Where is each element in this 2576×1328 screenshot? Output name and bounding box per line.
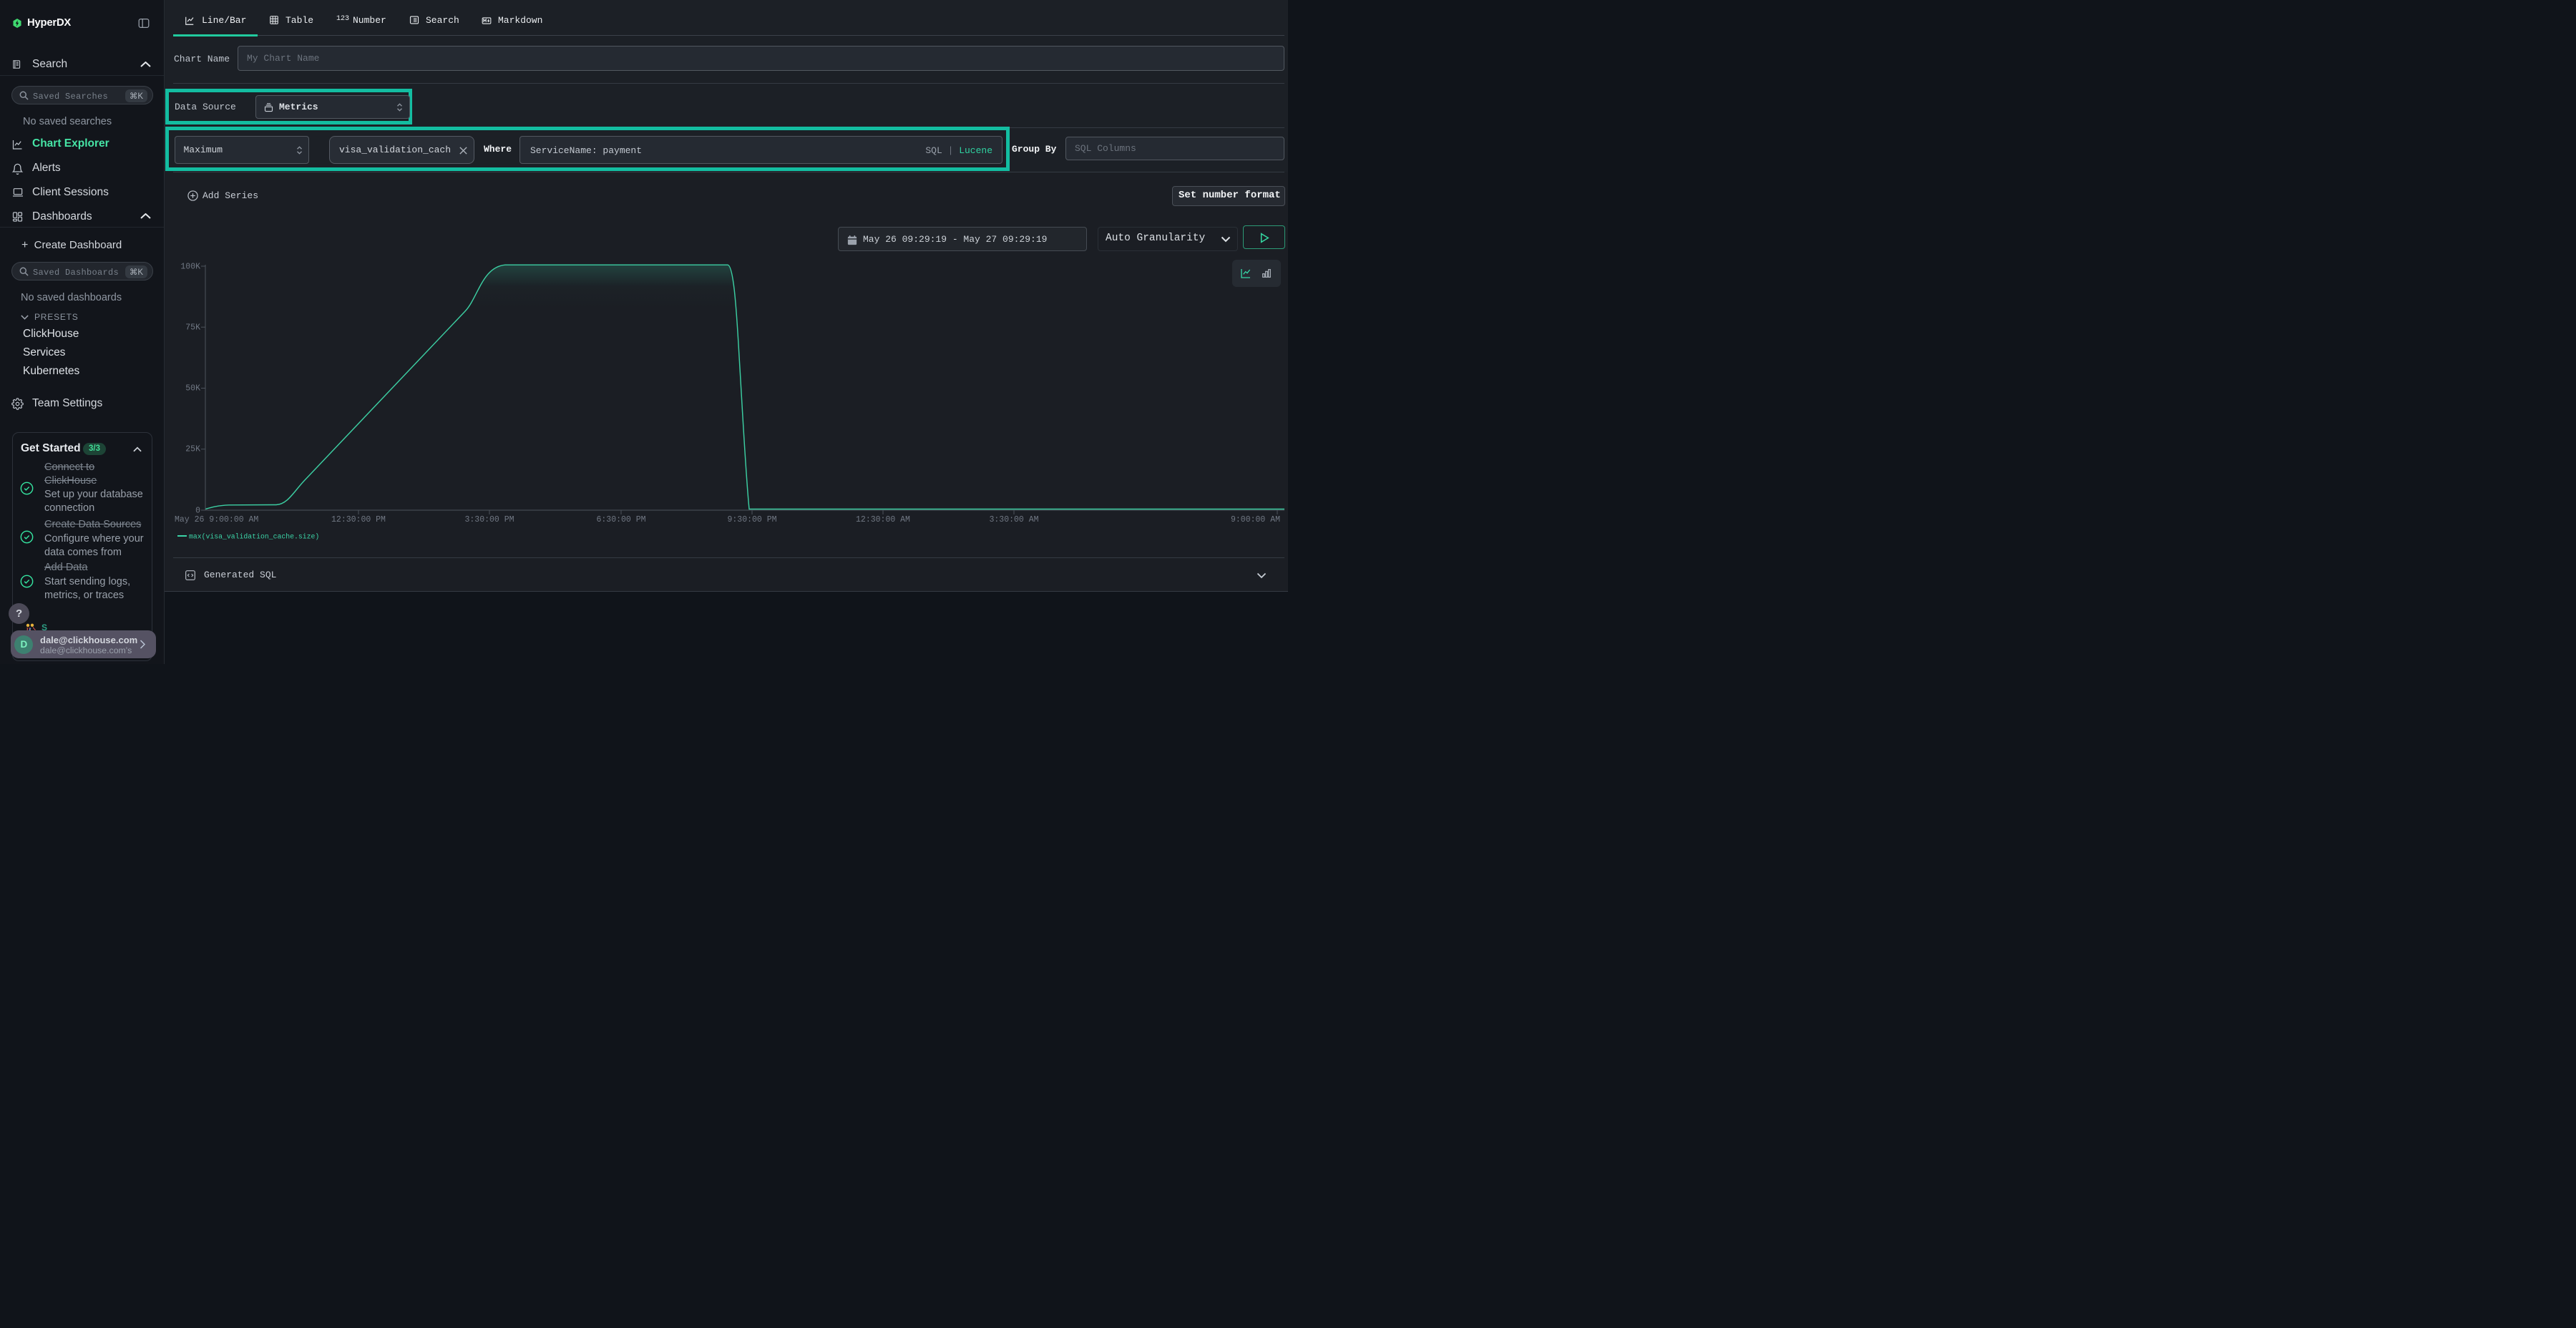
- svg-text:3:30:00 PM: 3:30:00 PM: [464, 515, 514, 524]
- svg-text:max(visa_validation_cache.size: max(visa_validation_cache.size): [189, 533, 319, 541]
- svg-text:9:00:00 AM: 9:00:00 AM: [1231, 515, 1280, 524]
- svg-text:75K: 75K: [185, 323, 200, 333]
- svg-text:12:30:00 AM: 12:30:00 AM: [856, 515, 910, 524]
- svg-text:12:30:00 PM: 12:30:00 PM: [331, 515, 386, 524]
- svg-text:100K: 100K: [180, 263, 200, 272]
- svg-text:0: 0: [195, 507, 200, 516]
- svg-text:25K: 25K: [185, 445, 200, 454]
- svg-text:3:30:00 AM: 3:30:00 AM: [989, 515, 1038, 524]
- svg-text:50K: 50K: [185, 384, 200, 394]
- svg-text:9:30:00 PM: 9:30:00 PM: [727, 515, 776, 524]
- svg-text:6:30:00 PM: 6:30:00 PM: [596, 515, 645, 524]
- svg-text:May 26 9:00:00 AM: May 26 9:00:00 AM: [175, 515, 258, 524]
